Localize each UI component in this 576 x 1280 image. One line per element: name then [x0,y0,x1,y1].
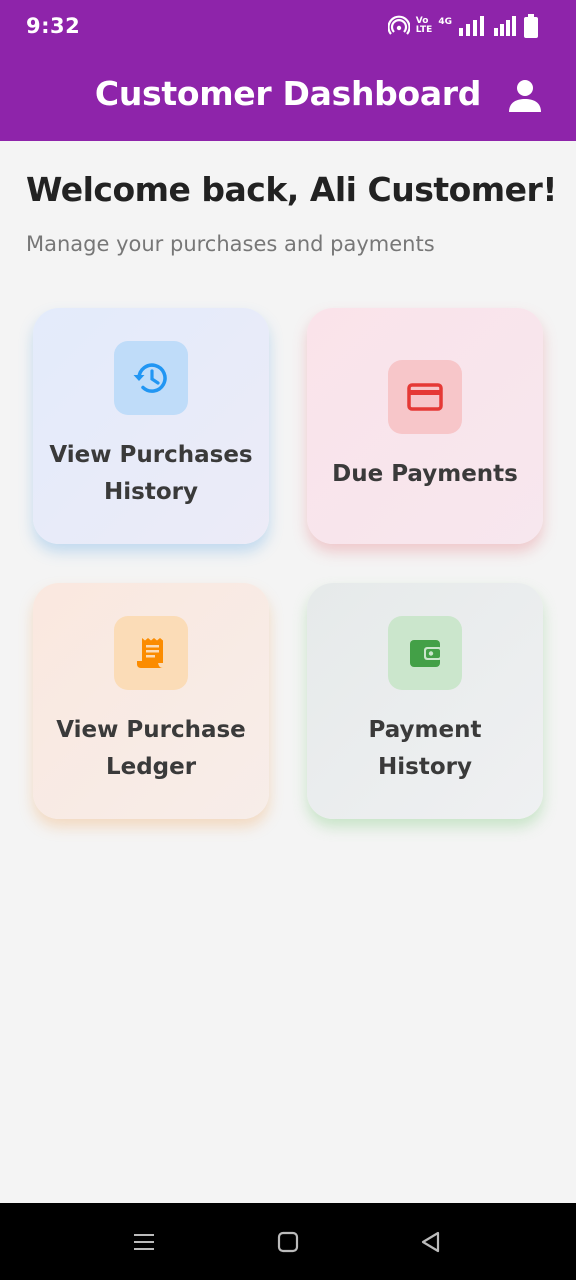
card-icon-box [388,359,462,434]
card-icon-box [114,341,188,415]
card-label: Payment History [368,717,482,780]
page-title: Customer Dashboard [94,74,482,113]
view-purchases-history-card[interactable]: View Purchases History [33,308,269,544]
due-payments-card[interactable]: Due Payments [307,308,543,544]
signal-icon [494,16,516,36]
welcome-heading: Welcome back, Ali Customer! [26,170,557,209]
signal-icon [459,16,484,36]
card-label: View Purchases History [49,442,253,505]
battery-icon [524,14,538,38]
status-icons: Vo LTE 4G [387,13,538,39]
status-bar: 9:32 Vo LTE 4G [0,0,576,52]
card-label: Due Payments [332,460,518,487]
home-square-icon [277,1231,299,1253]
card-label: View Purchase Ledger [56,717,246,780]
wallet-icon [410,640,442,667]
welcome-subtitle: Manage your purchases and payments [26,232,435,256]
view-purchase-ledger-card[interactable]: View Purchase Ledger [33,583,269,819]
back-triangle-icon [421,1231,440,1253]
hotspot-icon [387,15,410,35]
credit-card-icon [407,382,443,411]
recents-button[interactable] [131,1229,157,1255]
history-icon [133,363,167,393]
app-bar: Customer Dashboard [0,52,576,141]
menu-icon [134,1234,154,1250]
network-type: 4G [438,17,452,27]
receipt-icon [137,638,163,668]
payment-history-card[interactable]: Payment History [307,583,543,819]
status-time: 9:32 [26,14,81,38]
system-nav-bar [0,1203,576,1280]
person-icon [509,80,541,112]
profile-button[interactable] [505,76,545,116]
volte-icon: Vo LTE [415,16,433,35]
card-icon-box [114,616,188,690]
card-icon-box [388,616,462,690]
back-button[interactable] [418,1229,444,1255]
home-button[interactable] [275,1229,301,1255]
